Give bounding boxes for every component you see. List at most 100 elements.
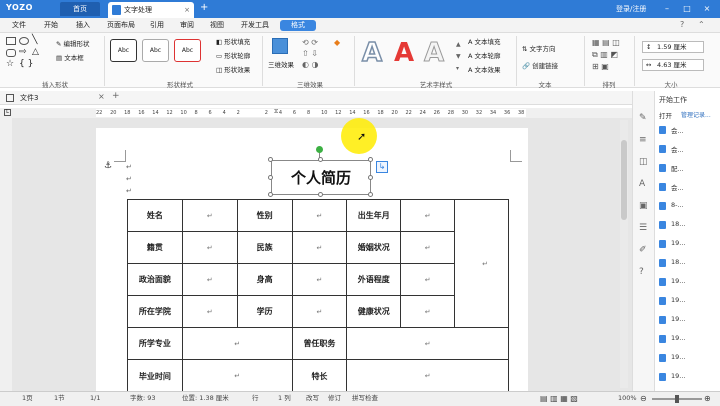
home-tab[interactable]: 首页 — [60, 2, 100, 16]
text-format-icon[interactable]: A — [639, 179, 645, 189]
table-cell-value[interactable]: ↵ — [400, 199, 456, 232]
rounded-rect-icon[interactable] — [6, 49, 16, 57]
table-cell-value[interactable]: ↵ — [291, 231, 348, 264]
recent-file-item[interactable]: 18... — [671, 220, 685, 228]
menu-developer[interactable]: 开发工具 — [236, 18, 274, 33]
table-cell-label[interactable]: 性别 — [236, 199, 293, 232]
text-outline-button[interactable]: A 文本轮廓 — [468, 50, 501, 60]
3d-tilt-icons[interactable]: ⟲ ⟳ ⇧ ⇩ ◐ ◑ — [302, 37, 319, 70]
recent-file-item[interactable]: 会... — [671, 182, 684, 192]
new-document-icon[interactable]: + — [112, 91, 120, 101]
shape-effect-button[interactable]: ◫ 形状效果 — [216, 64, 250, 74]
status-overwrite[interactable]: 改写 — [306, 392, 319, 405]
text-effect-button[interactable]: A 文本效果 — [468, 64, 501, 74]
height-input[interactable]: ↕ 1.59 厘米 — [642, 41, 704, 53]
table-cell-value[interactable]: ↵ — [400, 295, 456, 328]
title-text-box[interactable]: 个人简历 — [271, 160, 371, 195]
table-cell-value[interactable]: ↵ — [400, 263, 456, 296]
help-circle-icon[interactable]: ? — [639, 267, 644, 277]
shape-style-2[interactable]: Abc — [142, 39, 169, 62]
vertical-ruler[interactable] — [0, 118, 12, 391]
sliders-icon[interactable]: ≡ — [639, 135, 647, 145]
close-icon[interactable]: × — [98, 92, 105, 101]
recent-file-item[interactable]: 会... — [671, 125, 684, 135]
table-cell-label[interactable]: 籍贯 — [127, 231, 183, 264]
menu-file[interactable]: 文件 — [6, 18, 32, 33]
horizontal-ruler[interactable]: 22 20 18 16 14 12 10 8 6 4 2 2 4 6 8 10 12 14 16 18 20 22 24 26… — [96, 109, 526, 117]
table-cell-value[interactable]: ↵ — [291, 263, 348, 296]
recent-file-item[interactable]: 19... — [671, 239, 685, 247]
zoom-slider-thumb[interactable] — [675, 395, 679, 403]
shape-gallery[interactable]: ╲ ⇨ △ ☆ { } — [6, 35, 50, 73]
zoom-in-icon[interactable]: ⊕ — [704, 392, 711, 405]
word-art-style-3[interactable]: A — [423, 38, 444, 69]
width-input[interactable]: ↔ 4.63 厘米 — [642, 59, 704, 71]
word-art-style-2[interactable]: A — [394, 38, 414, 68]
recent-file-item[interactable]: 19... — [671, 277, 685, 285]
brace-icon[interactable]: { } — [19, 59, 33, 69]
table-cell-value[interactable]: ↵ — [181, 199, 238, 232]
menu-view[interactable]: 视图 — [204, 18, 230, 33]
table-cell-label[interactable]: 婚姻状况 — [346, 231, 402, 264]
line-icon[interactable]: ╲ — [32, 35, 37, 45]
resize-handle[interactable] — [368, 192, 373, 197]
close-icon[interactable]: × — [184, 2, 190, 18]
document-tab[interactable]: 文字处理 × — [108, 2, 194, 18]
arrow-icon[interactable]: ⇨ — [19, 47, 27, 57]
menu-layout[interactable]: 页面布局 — [102, 18, 140, 33]
recent-file-item[interactable]: 18... — [671, 258, 685, 266]
layout-options-icon[interactable]: ↳ — [376, 161, 388, 173]
recent-file-item[interactable]: 19... — [671, 315, 685, 323]
text-fill-button[interactable]: A 文本填充 — [468, 36, 501, 46]
image-icon[interactable]: ▣ — [639, 201, 648, 211]
resize-handle[interactable] — [268, 192, 273, 197]
status-words[interactable]: 字数: 93 — [130, 392, 156, 405]
oval-icon[interactable] — [19, 37, 29, 45]
shape-outline-button[interactable]: ▭ 形状轮廓 — [216, 50, 250, 60]
view-icons[interactable]: ▤ ▥ ▦ ▧ — [540, 392, 578, 405]
table-cell-value[interactable]: ↵ — [181, 231, 238, 264]
table-cell-label[interactable]: 民族 — [236, 231, 293, 264]
open-link[interactable]: 打开 — [659, 110, 672, 120]
new-tab-icon[interactable]: + — [200, 2, 208, 13]
login-link[interactable]: 登录/注册 — [616, 4, 646, 14]
pen-icon[interactable]: ✎ — [639, 113, 647, 123]
manage-records-link[interactable]: 管理记录... — [681, 110, 711, 119]
3d-effect-button[interactable]: 三维效果 — [268, 59, 294, 69]
resize-handle[interactable] — [318, 192, 323, 197]
photo-cell[interactable]: ↵ — [454, 199, 509, 328]
text-box-button[interactable]: ▤ 文本框 — [56, 52, 84, 62]
3d-color-icon[interactable]: ◆ — [334, 38, 340, 47]
recent-file-item[interactable]: 19... — [671, 372, 685, 380]
resize-handle[interactable] — [318, 157, 323, 162]
close-window-icon[interactable]: × — [700, 3, 714, 15]
rotate-handle[interactable] — [316, 146, 323, 153]
vertical-scrollbar[interactable] — [620, 120, 628, 388]
shape-fill-button[interactable]: ◧ 形状填充 — [216, 36, 250, 46]
recent-file-item[interactable]: 会... — [671, 144, 684, 154]
table-cell-label[interactable]: 身高 — [236, 263, 293, 296]
table-cell-value[interactable]: ↵ — [181, 359, 293, 393]
table-cell-label[interactable]: 外语程度 — [346, 263, 402, 296]
indent-marker-icon[interactable]: ⧖ — [274, 108, 278, 116]
resume-title[interactable]: 个人简历 — [272, 161, 370, 194]
menu-review[interactable]: 审阅 — [174, 18, 200, 33]
table-cell-value[interactable]: ↵ — [346, 327, 509, 360]
triangle-icon[interactable]: △ — [32, 47, 39, 57]
minimize-icon[interactable]: – — [660, 3, 674, 15]
resize-handle[interactable] — [268, 157, 273, 162]
resize-handle[interactable] — [268, 175, 273, 180]
arrange-icons[interactable]: ▦ ▤ ◫ ⧉ ▥ ◩ ⊞ ▣ — [592, 37, 620, 73]
table-cell-label[interactable]: 曾任职务 — [291, 327, 348, 360]
table-cell-label[interactable]: 特长 — [291, 359, 348, 393]
zoom-out-icon[interactable]: ⊖ — [640, 392, 647, 405]
table-cell-label[interactable]: 所在学院 — [127, 295, 183, 328]
list-icon[interactable]: ☰ — [639, 223, 647, 233]
table-cell-label[interactable]: 健康状况 — [346, 295, 402, 328]
recent-file-item[interactable]: 19... — [671, 353, 685, 361]
table-cell-value[interactable]: ↵ — [181, 295, 238, 328]
table-cell-label[interactable]: 所学专业 — [127, 327, 183, 360]
edit-doc-icon[interactable]: ✐ — [639, 245, 647, 255]
maximize-icon[interactable]: □ — [680, 3, 694, 15]
star-icon[interactable]: ☆ — [6, 59, 14, 69]
